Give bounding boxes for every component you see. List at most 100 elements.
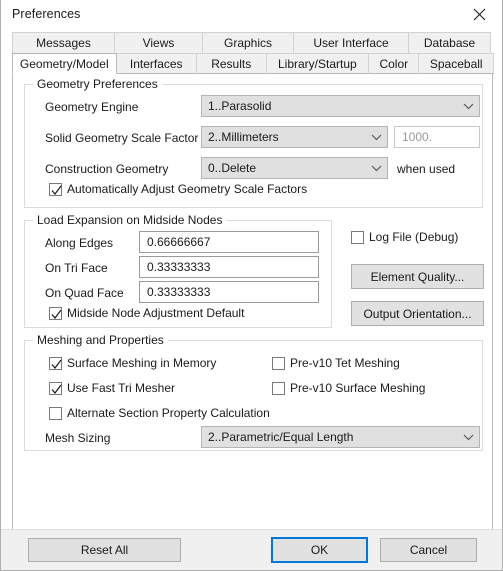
tab-label: Library/Startup [278, 56, 357, 71]
checkbox-label: Pre-v10 Surface Meshing [290, 381, 426, 395]
tab-spaceball[interactable]: Spaceball [418, 53, 494, 74]
tab-label: Results [211, 56, 252, 71]
checkbox-pre-v10-surface-meshing[interactable]: Pre-v10 Surface Meshing [272, 381, 425, 395]
checkbox-box [351, 230, 364, 244]
label-geometry-engine: Geometry Engine [45, 100, 139, 114]
tab-messages[interactable]: Messages [12, 32, 115, 53]
check-icon [51, 384, 62, 394]
element-quality-button[interactable]: Element Quality... [351, 264, 484, 289]
construction-geometry-value: 0..Delete [208, 161, 257, 175]
label-solid-geometry-scale-factor: Solid Geometry Scale Factor [45, 131, 199, 145]
checkbox-auto-adjust-geometry-scale-factors[interactable]: Automatically Adjust Geometry Scale Fact… [49, 182, 307, 196]
window-title: Preferences [12, 7, 81, 21]
button-label: OK [310, 543, 329, 557]
tab-user-interface[interactable]: User Interface [293, 32, 409, 53]
checkbox-surface-meshing-in-memory[interactable]: Surface Meshing in Memory [49, 356, 216, 370]
geometry-engine-value: 1..Parasolid [208, 99, 272, 113]
tab-label: Graphics [223, 36, 273, 50]
tab-interfaces[interactable]: Interfaces [115, 53, 197, 74]
tab-library-startup[interactable]: Library/Startup [265, 53, 370, 74]
checkbox-box [272, 356, 285, 370]
checkbox-box [272, 381, 285, 395]
tab-graphics[interactable]: Graphics [202, 32, 294, 53]
button-label: Element Quality... [370, 269, 465, 284]
mesh-sizing-value: 2..Parametric/Equal Length [208, 430, 354, 444]
on-tri-face-input[interactable]: 0.33333333 [139, 256, 319, 278]
tab-label: User Interface [313, 36, 389, 50]
label-mesh-sizing: Mesh Sizing [45, 431, 111, 445]
label-when-used: when used [397, 162, 456, 176]
group-title: Meshing and Properties [33, 333, 168, 347]
tab-color[interactable]: Color [368, 53, 420, 74]
check-icon [51, 309, 62, 319]
tab-label: Geometry/Model [19, 56, 109, 71]
along-edges-input[interactable]: 0.66666667 [139, 231, 319, 253]
tab-views[interactable]: Views [114, 32, 203, 53]
group-title: Load Expansion on Midside Nodes [33, 213, 227, 227]
tab-geometry-model[interactable]: Geometry/Model [12, 53, 117, 74]
button-label: Output Orientation... [363, 306, 472, 321]
close-icon[interactable] [457, 0, 502, 29]
checkbox-label: Use Fast Tri Mesher [67, 381, 176, 395]
chevron-down-icon [365, 134, 387, 141]
checkbox-label: Alternate Section Property Calculation [67, 406, 270, 420]
tab-database[interactable]: Database [408, 32, 491, 53]
solid-geometry-scale-value-input[interactable]: 1000. [394, 126, 480, 148]
checkbox-pre-v10-tet-meshing[interactable]: Pre-v10 Tet Meshing [272, 356, 400, 370]
tab-label: Spaceball [429, 56, 483, 71]
label-on-quad-face: On Quad Face [45, 286, 124, 300]
checkbox-label: Surface Meshing in Memory [67, 356, 217, 370]
checkbox-box [49, 306, 62, 320]
tab-label: Database [423, 36, 476, 50]
tab-label: Color [379, 56, 409, 71]
output-orientation-button[interactable]: Output Orientation... [351, 301, 484, 326]
checkbox-alternate-section-property-calculation[interactable]: Alternate Section Property Calculation [49, 406, 270, 420]
checkbox-label: Log File (Debug) [369, 230, 459, 244]
solid-geometry-scale-factor-value: 2..Millimeters [208, 130, 279, 144]
on-tri-face-value: 0.33333333 [147, 260, 211, 274]
title-bar: Preferences [1, 0, 502, 30]
checkbox-box [49, 356, 62, 370]
check-icon [51, 359, 62, 369]
tab-results[interactable]: Results [195, 53, 267, 74]
on-quad-face-value: 0.33333333 [147, 285, 211, 299]
cancel-button[interactable]: Cancel [380, 538, 477, 562]
group-title: Geometry Preferences [33, 77, 162, 91]
label-along-edges: Along Edges [45, 236, 114, 250]
tab-label: Messages [36, 36, 91, 50]
checkbox-label: Pre-v10 Tet Meshing [290, 356, 400, 370]
along-edges-value: 0.66666667 [147, 235, 211, 249]
checkbox-label: Automatically Adjust Geometry Scale Fact… [67, 182, 308, 196]
tab-strip: Messages Views Graphics User Interface D… [12, 32, 494, 74]
geometry-engine-select[interactable]: 1..Parasolid [201, 95, 480, 117]
tab-row-1: Messages Views Graphics User Interface D… [12, 32, 493, 53]
solid-geometry-scale-factor-select[interactable]: 2..Millimeters [201, 126, 388, 148]
label-on-tri-face: On Tri Face [45, 261, 108, 275]
chevron-down-icon [365, 165, 387, 172]
dialog-footer: Reset All OK Cancel [1, 529, 502, 570]
on-quad-face-input[interactable]: 0.33333333 [139, 281, 319, 303]
checkbox-midside-node-adjustment-default[interactable]: Midside Node Adjustment Default [49, 306, 244, 320]
check-icon [51, 185, 62, 195]
ok-button[interactable]: OK [271, 537, 368, 563]
tab-panel-geometry-model: Geometry Preferences Geometry Engine 1..… [12, 74, 493, 531]
checkbox-log-file-debug[interactable]: Log File (Debug) [351, 230, 458, 244]
tab-label: Interfaces [129, 56, 183, 71]
reset-all-button[interactable]: Reset All [28, 538, 181, 562]
checkbox-box [49, 182, 62, 196]
construction-geometry-select[interactable]: 0..Delete [201, 157, 388, 179]
button-label: Cancel [409, 543, 448, 557]
tab-row-2: Geometry/Model Interfaces Results Librar… [12, 53, 494, 74]
tab-label: Views [142, 36, 175, 50]
chevron-down-icon [457, 103, 479, 110]
button-label: Reset All [80, 543, 129, 557]
checkbox-use-fast-tri-mesher[interactable]: Use Fast Tri Mesher [49, 381, 175, 395]
checkbox-box [49, 381, 62, 395]
preferences-dialog: Preferences Messages Views Graphics User… [0, 0, 503, 571]
checkbox-label: Midside Node Adjustment Default [67, 306, 245, 320]
mesh-sizing-select[interactable]: 2..Parametric/Equal Length [201, 426, 480, 448]
label-construction-geometry: Construction Geometry [45, 162, 169, 176]
chevron-down-icon [457, 434, 479, 441]
solid-geometry-scale-value: 1000. [402, 130, 433, 144]
checkbox-box [49, 406, 62, 420]
